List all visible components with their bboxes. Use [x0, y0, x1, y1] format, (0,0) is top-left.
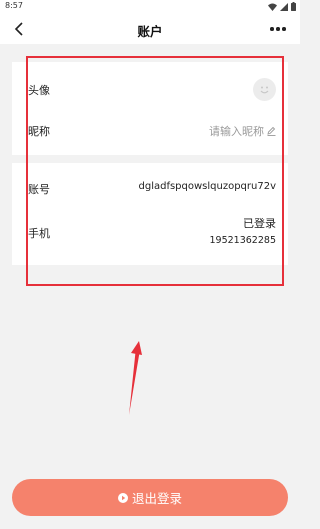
status-bar: 8:57 [0, 0, 300, 14]
nav-bar: 账户 [0, 14, 300, 44]
battery-icon [291, 2, 296, 11]
power-icon [117, 492, 128, 503]
highlight-box [26, 56, 284, 286]
page-title: 账户 [137, 24, 163, 39]
more-dot-icon [276, 27, 280, 31]
more-dot-icon [270, 27, 274, 31]
signal-icon [280, 2, 288, 11]
status-time: 8:57 [5, 1, 23, 10]
wifi-icon [268, 3, 277, 11]
more-options-button[interactable] [266, 20, 290, 38]
logout-button[interactable]: 退出登录 [12, 479, 288, 516]
arrow-up-icon [129, 341, 142, 415]
status-icons [268, 2, 296, 11]
more-dot-icon [282, 27, 286, 31]
logout-label: 退出登录 [131, 491, 182, 506]
